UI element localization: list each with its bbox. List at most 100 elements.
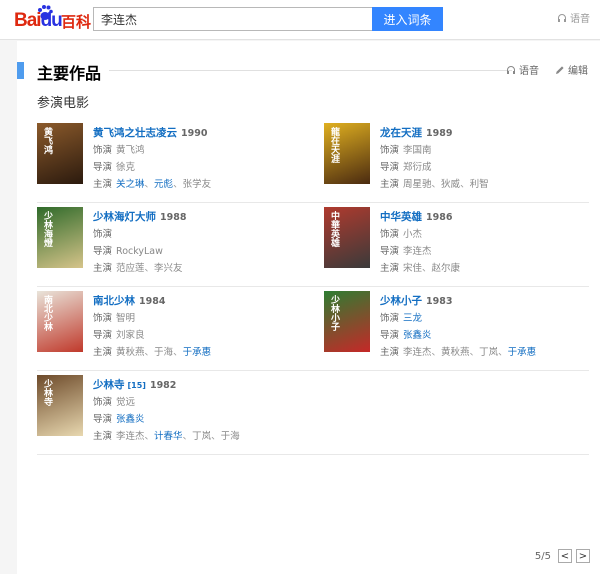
- top-voice-button[interactable]: 语音: [557, 10, 590, 25]
- film-title-line: 中华英雄 1986: [380, 210, 595, 225]
- film-item: 南北少林 南北少林 1984 饰演 智明 导演 刘家良 主演 黄秋燕、于海、于承惠: [37, 291, 313, 367]
- film-director-line: 导演 刘家良: [93, 328, 308, 343]
- separator: 、: [469, 347, 480, 358]
- film-title-link[interactable]: 少林海灯大师: [93, 211, 156, 223]
- film-starring-line: 主演 关之琳、元彪、张学友: [93, 177, 308, 192]
- film-info: 少林寺 [15] 1982 饰演 觉远 导演 张鑫炎 主演 李连杰、计春华、丁岚、于海: [93, 378, 308, 444]
- separator: 、: [431, 347, 442, 358]
- film-year: 1986: [426, 212, 453, 223]
- page-indicator: 5/5: [534, 550, 551, 562]
- separator: 、: [422, 263, 432, 274]
- film-starring-value: 张学友: [182, 179, 212, 190]
- film-role-value: 黄飞鸿: [116, 145, 145, 156]
- film-starring-value[interactable]: 于承惠: [183, 347, 212, 358]
- section-edit-label: 编辑: [568, 66, 588, 77]
- film-title-link[interactable]: 黄飞鸿之壮志凌云: [93, 127, 177, 139]
- prev-page-button[interactable]: <: [558, 549, 572, 563]
- section-voice-button[interactable]: 语音: [506, 62, 539, 77]
- film-director-value[interactable]: 张鑫炎: [116, 414, 145, 425]
- film-director-label: 导演: [93, 162, 113, 173]
- film-director-label: 导演: [380, 162, 400, 173]
- film-starring-value: 黄秋燕: [116, 347, 145, 358]
- film-poster[interactable]: 少林小子: [324, 291, 370, 352]
- film-starring-line: 主演 周星驰、狄威、利智: [380, 177, 595, 192]
- film-title-link[interactable]: 南北少林: [93, 295, 135, 307]
- film-director-label: 导演: [380, 246, 400, 257]
- film-grid: 黄飞鸿 黄飞鸿之壮志凌云 1990 饰演 黄飞鸿 导演 徐克 主演 关之琳、元彪、张学友 龍在天涯…: [37, 119, 589, 455]
- film-citation[interactable]: [15]: [128, 381, 146, 390]
- film-director-value: 刘家良: [116, 330, 145, 341]
- logo-baike: 百科: [61, 13, 92, 31]
- film-title-line: 龙在天涯 1989: [380, 126, 595, 141]
- film-starring-value: 周星驰: [403, 179, 432, 190]
- film-starring-line: 主演 李连杰、黄秋燕、丁岚、于承惠: [380, 345, 595, 360]
- separator: 、: [173, 347, 183, 358]
- film-starring-value[interactable]: 关之琳: [116, 179, 145, 190]
- film-starring-value: 赵尔康: [431, 263, 461, 274]
- top-voice-label: 语音: [570, 14, 590, 25]
- film-row: 少林海燈 少林海灯大师 1988 饰演 导演 RockyLaw 主演 范应莲、李兴友 中華英雄中…: [37, 203, 589, 287]
- film-director-label: 导演: [380, 330, 400, 341]
- film-starring-line: 主演 范应莲、李兴友: [93, 261, 308, 276]
- film-title-link[interactable]: 龙在天涯: [380, 127, 422, 139]
- film-starring-value[interactable]: 于承惠: [508, 347, 537, 358]
- film-poster[interactable]: 南北少林: [37, 291, 83, 352]
- film-item: 黄飞鸿 黄飞鸿之壮志凌云 1990 饰演 黄飞鸿 导演 徐克 主演 关之琳、元彪、张学友: [37, 123, 313, 199]
- film-role-line: 饰演 三龙: [380, 311, 595, 326]
- film-starring-label: 主演: [93, 347, 113, 358]
- film-title-line: 黄飞鸿之壮志凌云 1990: [93, 126, 308, 141]
- film-poster[interactable]: 中華英雄: [324, 207, 370, 268]
- film-role-value[interactable]: 三龙: [403, 313, 422, 324]
- film-starring-value: 李兴友: [154, 263, 183, 274]
- film-starring-value: 范应莲: [116, 263, 145, 274]
- baidu-baike-logo[interactable]: Baidu 百科: [14, 4, 92, 32]
- film-starring-value: 于海: [220, 431, 240, 442]
- enter-entry-button[interactable]: 进入词条: [372, 7, 443, 31]
- film-director-line: 导演 张鑫炎: [93, 412, 308, 427]
- poster-text: 少林海燈: [42, 211, 52, 247]
- film-title-link[interactable]: 中华英雄: [380, 211, 422, 223]
- film-role-line: 饰演 李国南: [380, 143, 595, 158]
- film-title-link[interactable]: 少林寺: [93, 379, 125, 391]
- film-role-label: 饰演: [93, 145, 113, 156]
- film-starring-label: 主演: [93, 263, 113, 274]
- film-director-value: 徐克: [116, 162, 136, 173]
- film-role-label: 饰演: [380, 229, 400, 240]
- film-starring-value: 李连杰: [403, 347, 432, 358]
- search-input[interactable]: [94, 8, 372, 30]
- search-box: 进入词条: [93, 7, 443, 31]
- film-poster[interactable]: 少林海燈: [37, 207, 83, 268]
- separator: 、: [182, 431, 193, 442]
- film-info: 少林小子 1983 饰演 三龙 导演 张鑫炎 主演 李连杰、黄秋燕、丁岚、于承惠: [380, 294, 595, 360]
- film-starring-value[interactable]: 元彪: [154, 179, 173, 190]
- film-role-value: 觉远: [116, 397, 136, 408]
- film-year: 1982: [149, 380, 177, 391]
- works-card: 主要作品 语音 编辑 参演电影 黄飞鸿 黄飞鸿之壮志凌云 1990 饰演 黄飞鸿 导演 徐克…: [17, 41, 600, 574]
- film-item: 少林海燈 少林海灯大师 1988 饰演 导演 RockyLaw 主演 范应莲、李兴友: [37, 207, 313, 283]
- paw-icon: [38, 5, 53, 20]
- film-row: 少林寺 少林寺 [15] 1982 饰演 觉远 导演 张鑫炎 主演 李连杰、计春华、丁岚、于海: [37, 371, 589, 455]
- next-page-button[interactable]: >: [576, 549, 590, 563]
- headphones-icon: [507, 65, 515, 74]
- film-title-line: 少林寺 [15] 1982: [93, 378, 308, 393]
- separator: 、: [431, 179, 442, 190]
- film-starring-value: 李连杰: [116, 431, 145, 442]
- film-director-line: 导演 郑衍成: [380, 160, 595, 175]
- film-role-label: 饰演: [380, 145, 400, 156]
- film-starring-value[interactable]: 计春华: [154, 431, 183, 442]
- separator: 、: [498, 347, 508, 358]
- section-edit-button[interactable]: 编辑: [555, 62, 588, 77]
- film-starring-label: 主演: [380, 347, 400, 358]
- film-director-value[interactable]: 张鑫炎: [403, 330, 432, 341]
- film-starring-value: 丁岚: [192, 431, 212, 442]
- film-poster[interactable]: 黄飞鸿: [37, 123, 83, 184]
- film-director-label: 导演: [93, 246, 113, 257]
- film-starring-value: 宋佳: [403, 263, 423, 274]
- film-poster[interactable]: 龍在天涯: [324, 123, 370, 184]
- film-poster[interactable]: 少林寺: [37, 375, 83, 436]
- poster-text: 少林寺: [42, 379, 52, 406]
- film-starring-value: 丁岚: [479, 347, 499, 358]
- film-title-line: 南北少林 1984: [93, 294, 308, 309]
- film-title-link[interactable]: 少林小子: [380, 295, 422, 307]
- film-starring-value: 狄威: [441, 179, 461, 190]
